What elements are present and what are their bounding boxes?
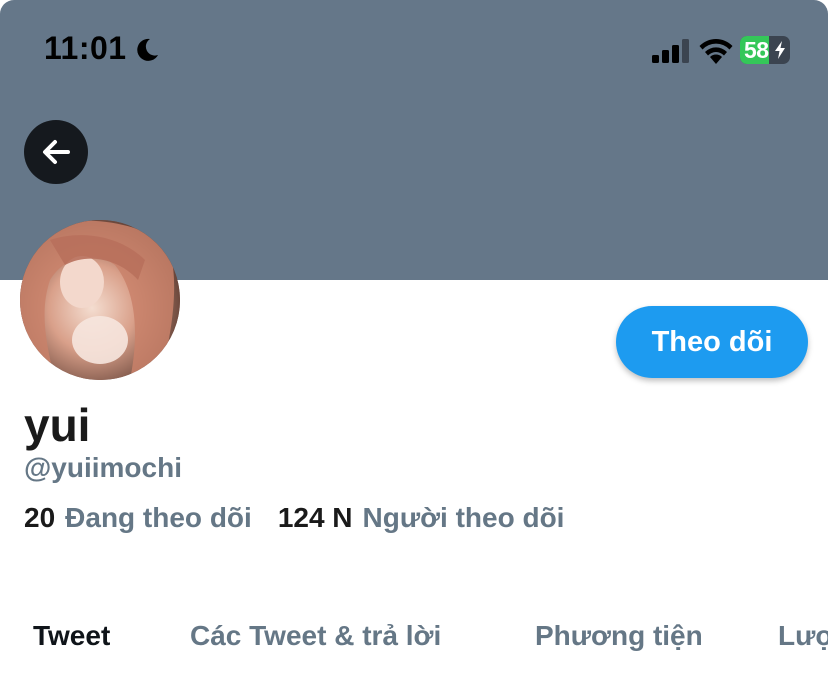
followers-label: Người theo dõi	[362, 502, 565, 533]
avatar-image	[20, 220, 180, 380]
following-label: Đang theo dõi	[65, 502, 252, 533]
battery-percent: 58	[744, 37, 769, 63]
wifi-icon	[699, 39, 733, 64]
follow-button[interactable]: Theo dõi	[616, 306, 808, 378]
followers-count: 124 N	[277, 502, 353, 533]
profile-display-name: yui	[24, 399, 91, 451]
cellular-signal-icon	[652, 39, 689, 63]
following-link[interactable]: 20 Đang theo dõi	[24, 502, 252, 533]
profile-tabs: Tweet Các Tweet & trả lời Phương tiện Lư…	[0, 612, 828, 672]
tab-tweets-and-replies[interactable]: Các Tweet & trả lời	[190, 620, 441, 652]
status-time: 11:01	[44, 30, 127, 66]
battery-indicator: 58	[740, 36, 790, 64]
tab-tweets[interactable]: Tweet	[33, 620, 110, 652]
tab-likes[interactable]: Lượt thích	[778, 620, 828, 652]
back-button[interactable]	[24, 120, 88, 184]
bolt-icon	[775, 41, 785, 59]
profile-handle: @yuiimochi	[24, 452, 182, 483]
tab-media[interactable]: Phương tiện	[535, 620, 703, 652]
avatar[interactable]	[20, 220, 180, 380]
profile-stats: 20 Đang theo dõi 124 N Người theo dõi	[24, 502, 564, 534]
followers-link[interactable]: 124 N Người theo dõi	[278, 502, 565, 533]
status-bar: 11:01 58	[0, 0, 828, 100]
arrow-left-icon	[43, 140, 70, 164]
moon-icon	[137, 38, 158, 61]
following-count: 20	[24, 502, 56, 533]
